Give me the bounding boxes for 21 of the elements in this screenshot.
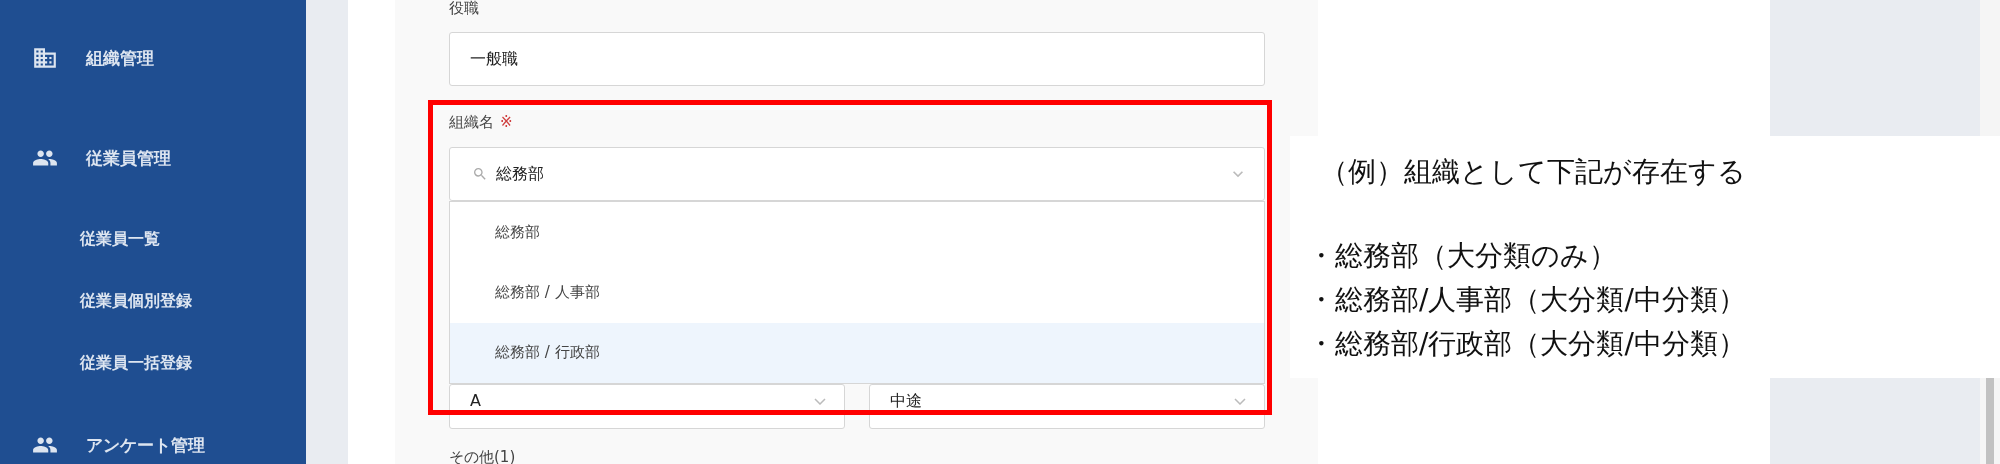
dropdown-option[interactable]: 総務部 / 行政部 [450,322,1264,383]
scrollbar-thumb[interactable] [1986,378,1994,464]
search-icon [472,166,488,182]
field-label: 役職 [449,0,480,16]
input-field[interactable]: 一般職 [449,32,1265,86]
chevron-icon [1234,398,1246,405]
building-icon [32,45,58,71]
nav-subitem[interactable]: 従業員個別登録 [0,289,306,313]
nav-item[interactable]: アンケート管理 [0,431,306,459]
required-mark: ※ [500,113,513,131]
note-line: ・総務部/行政部（大分類/中分類） [1307,326,1747,362]
chevron-icon [814,398,826,405]
field-label: 組織名 ※ [449,114,514,130]
field-label: その他(1) [449,449,517,464]
note-line: ・総務部（大分類のみ） [1307,238,1618,274]
note-title: （例）組織として下記が存在する [1319,154,1747,190]
note-line: ・総務部/人事部（大分類/中分類） [1307,282,1747,318]
nav-subitem[interactable]: 従業員一覧 [0,227,306,251]
nav-item[interactable]: 従業員管理 [0,144,306,172]
nav-subitem[interactable]: 従業員一括登録 [0,351,306,375]
nav-item[interactable]: 組織管理 [0,44,306,72]
